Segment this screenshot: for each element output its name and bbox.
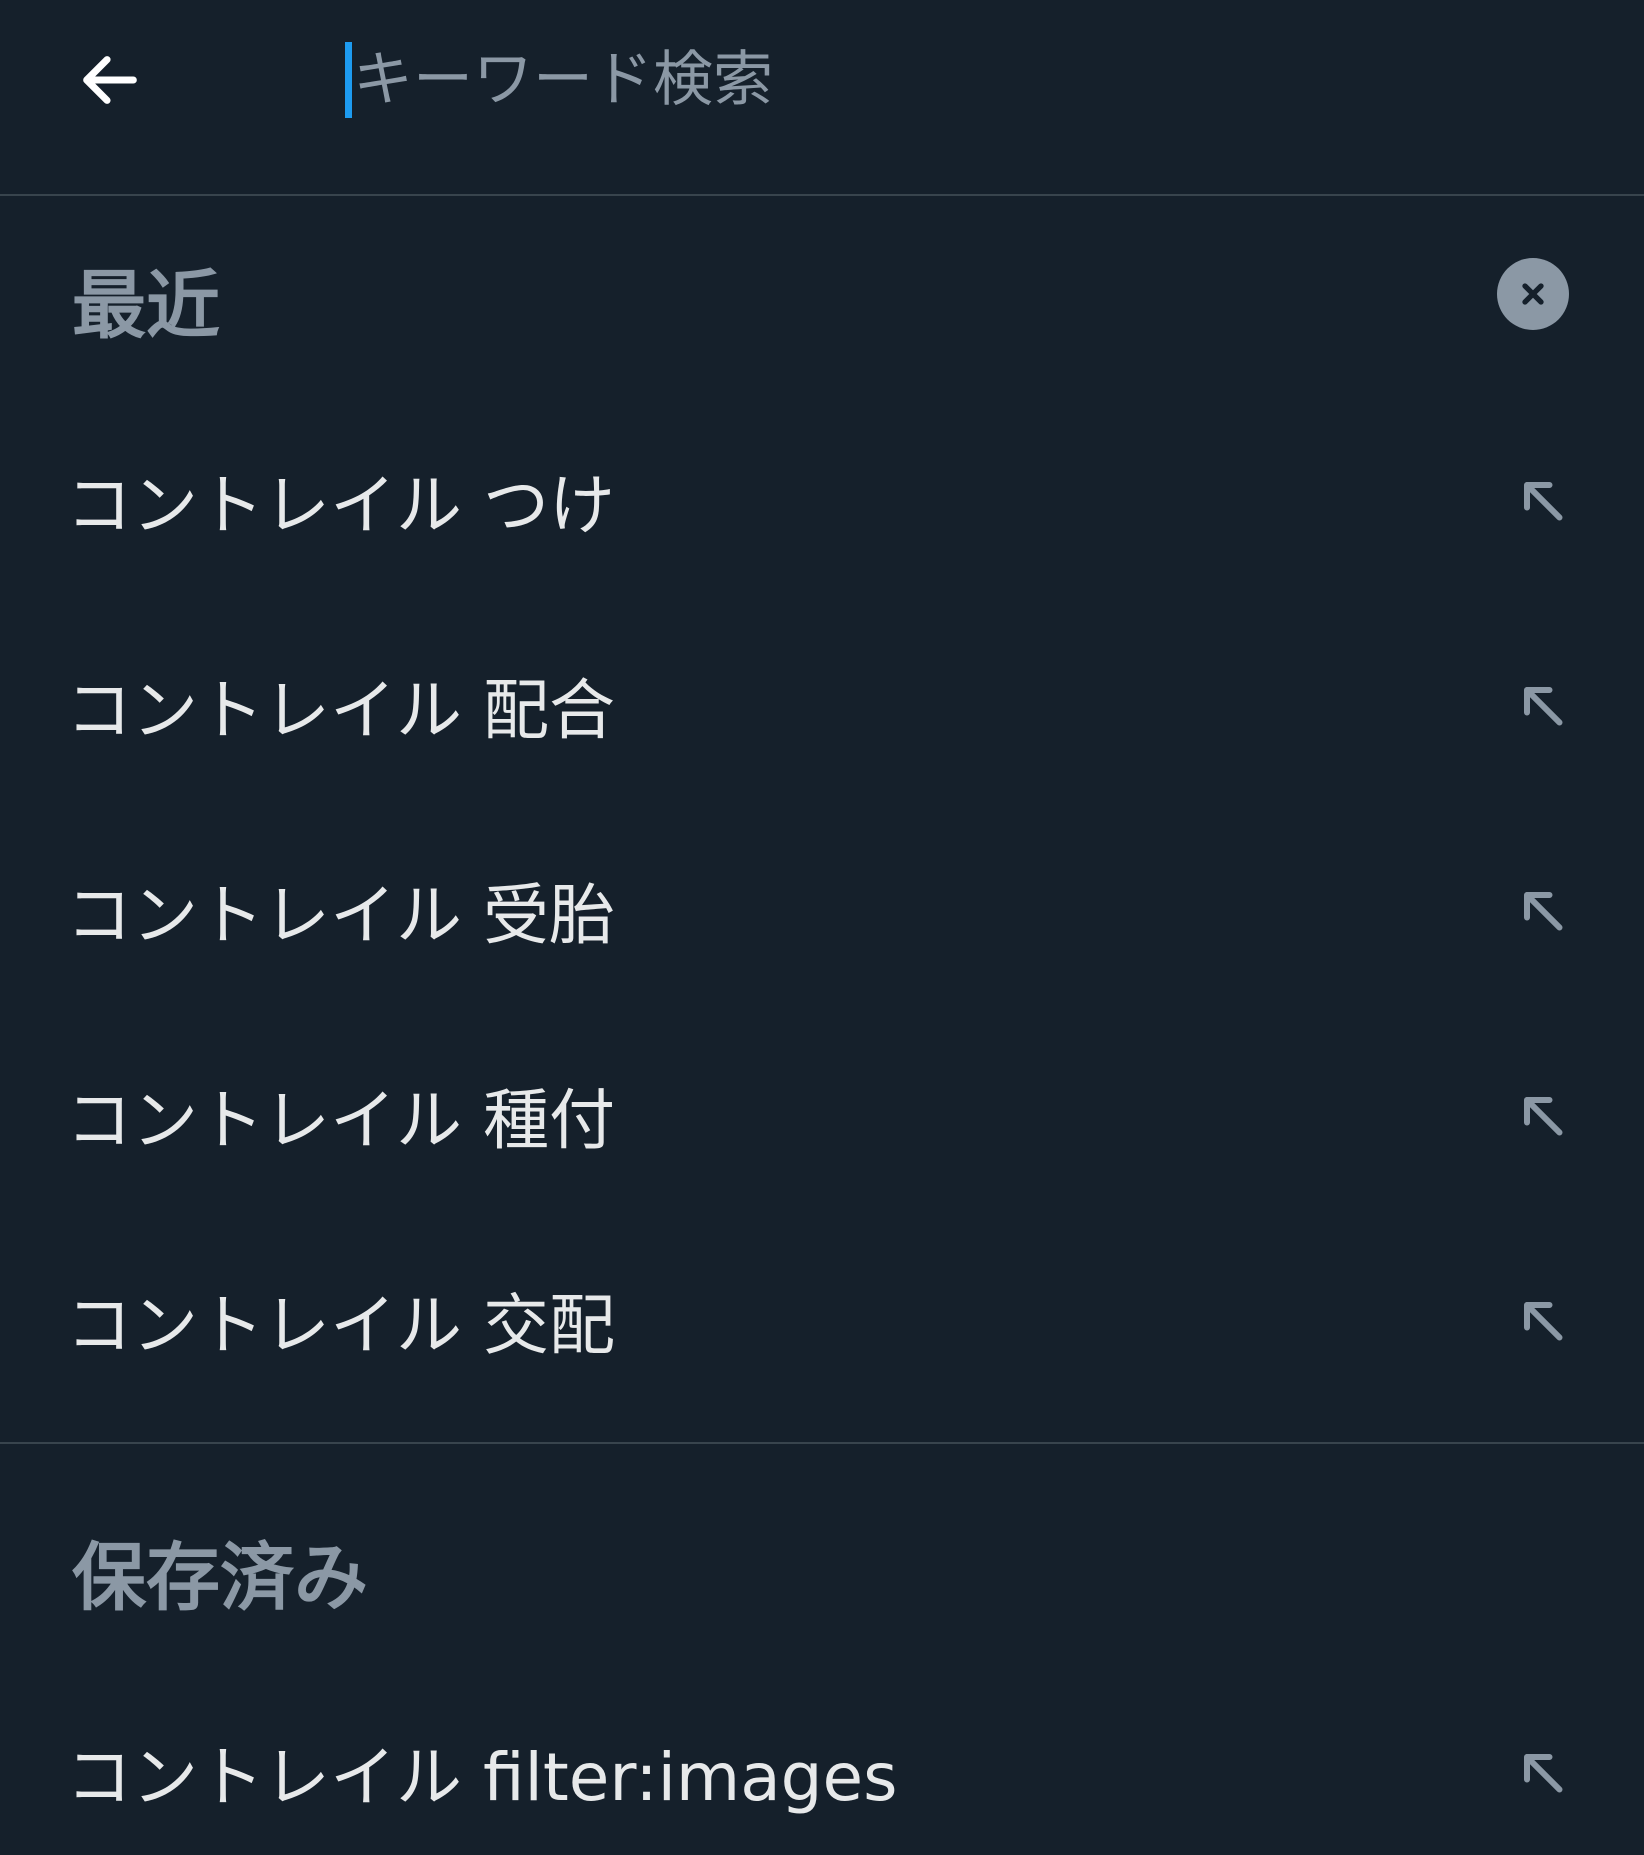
search-header [0,0,1644,196]
saved-search-label: コントレイル filter:images [66,1739,898,1816]
recent-search-item[interactable]: コントレイル つけ [0,430,1644,570]
back-button[interactable] [60,30,160,130]
section-divider [0,1442,1644,1444]
arrow-up-left-icon[interactable] [1512,880,1572,940]
recent-search-label: コントレイル 種付 [66,1082,615,1159]
arrow-up-left-icon[interactable] [1512,1085,1572,1145]
saved-search-item[interactable]: コントレイル filter:images [0,1702,1644,1842]
recent-search-item[interactable]: コントレイル 交配 [0,1250,1644,1390]
arrow-up-left-icon[interactable] [1512,675,1572,735]
arrow-up-left-icon[interactable] [1512,1290,1572,1350]
saved-heading: 保存済み [72,1535,368,1621]
recent-search-label: コントレイル つけ [66,467,615,544]
text-caret [345,42,352,118]
recent-search-item[interactable]: コントレイル 種付 [0,1045,1644,1185]
arrow-up-left-icon[interactable] [1512,470,1572,530]
search-screen: 最近 コントレイル つけ コントレイル 配合 コントレイル 受胎 コントレイル … [0,0,1644,1855]
close-icon [1522,283,1544,305]
recent-search-label: コントレイル 受胎 [66,877,615,954]
search-input[interactable] [345,32,1545,128]
clear-recent-button[interactable] [1497,258,1569,330]
recent-search-label: コントレイル 配合 [66,672,615,749]
recent-heading: 最近 [72,263,220,349]
recent-search-item[interactable]: コントレイル 受胎 [0,840,1644,980]
recent-search-item[interactable]: コントレイル 配合 [0,635,1644,775]
arrow-left-icon [83,56,137,104]
arrow-up-left-icon[interactable] [1512,1742,1572,1802]
recent-search-label: コントレイル 交配 [66,1287,615,1364]
